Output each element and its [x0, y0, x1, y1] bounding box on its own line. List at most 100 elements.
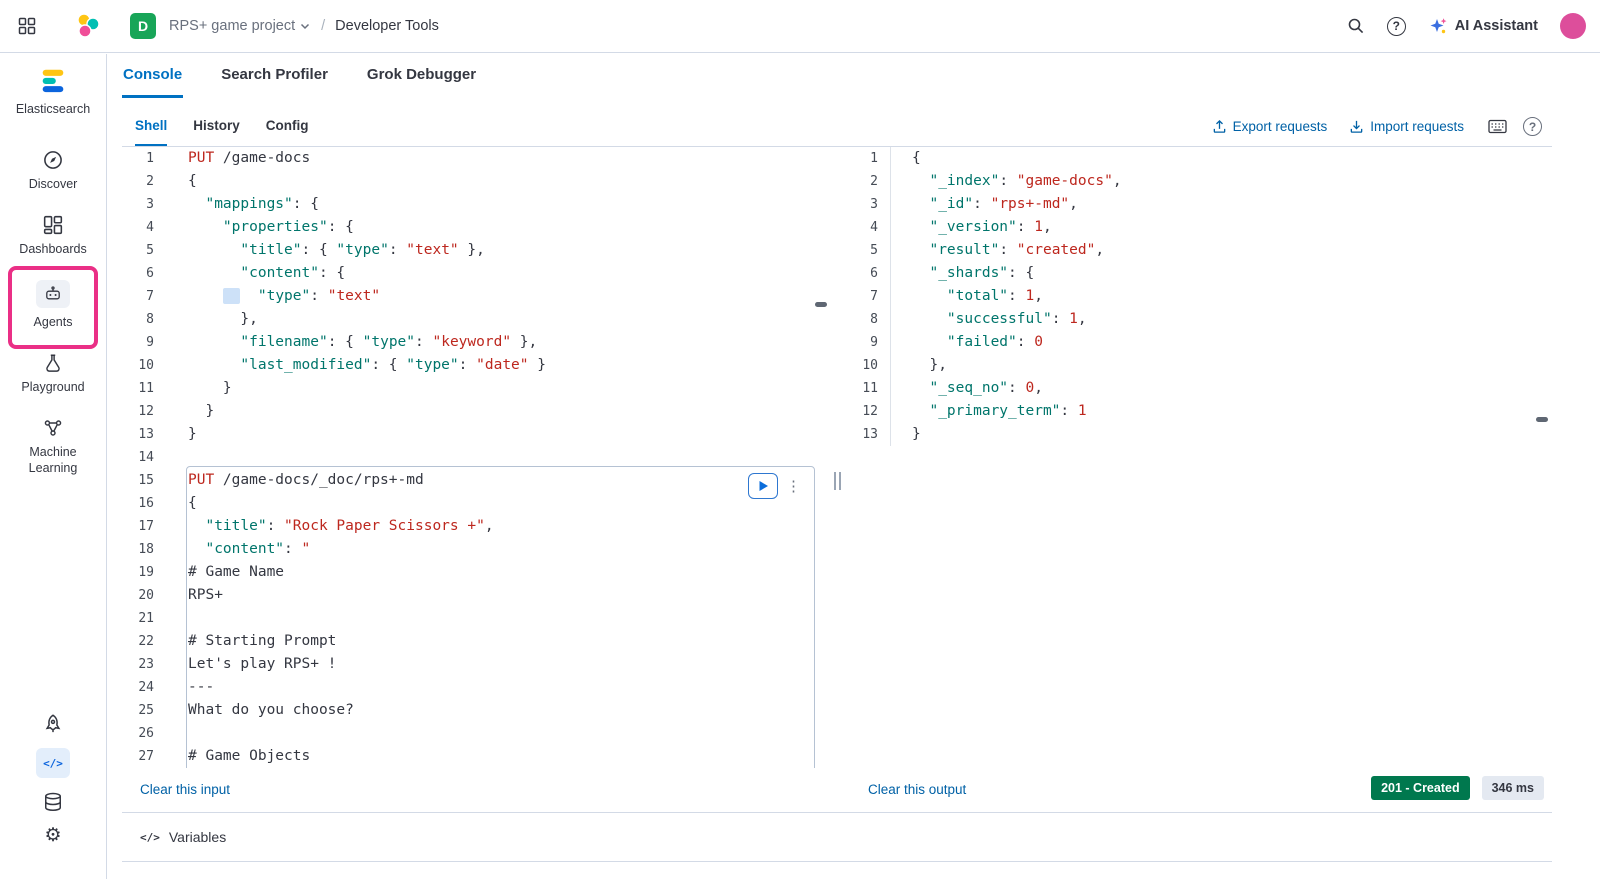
import-requests-button[interactable]: Import requests	[1349, 119, 1464, 134]
sidebar-item-agents[interactable]: Agents	[7, 265, 99, 349]
code-text: "mappings": {	[205, 196, 319, 212]
elastic-logo-icon[interactable]	[74, 12, 102, 40]
ai-assistant-icon	[1430, 18, 1447, 34]
sidebar-item-label: Playground	[21, 379, 85, 394]
pane-divider[interactable]	[830, 147, 846, 768]
code-line: 27 # Game Objects	[122, 745, 830, 768]
project-badge[interactable]: D	[130, 13, 156, 39]
clear-output-link[interactable]: Clear this output	[868, 782, 966, 797]
dev-tools-icon[interactable]: </>	[36, 748, 70, 778]
tab-console[interactable]: Console	[122, 53, 184, 98]
sidebar-item-playground[interactable]: Playground	[7, 343, 99, 408]
clear-input-link[interactable]: Clear this input	[140, 782, 230, 797]
sidebar: Elasticsearch Discover Dashboards Agents…	[0, 54, 107, 879]
request-menu-icon[interactable]: ⋮	[786, 477, 801, 495]
pane-drag-handle-icon[interactable]	[834, 472, 841, 490]
sidebar-item-label: Discover	[28, 177, 78, 191]
console-panel: Shell History Config Export requests Imp…	[122, 107, 1552, 879]
breadcrumb-project-label: RPS+ game project	[169, 18, 296, 34]
subtab-config[interactable]: Config	[266, 107, 309, 146]
sidebar-bottom-icons: </> ⚙	[0, 714, 106, 845]
variables-accordion[interactable]: </> Variables	[122, 812, 1552, 862]
line-number: 27	[138, 749, 154, 764]
code-line: 22 # Starting Prompt	[122, 630, 830, 653]
code-text: "filename": { "type": "keyword" },	[240, 334, 538, 350]
line-number: 12	[138, 404, 154, 419]
line-number: 9	[870, 335, 878, 350]
code-line: 21	[122, 607, 830, 630]
code-line: 3 "mappings": {	[122, 193, 830, 216]
duration-badge: 346 ms	[1481, 776, 1544, 800]
output-pane-collapse-handle[interactable]	[1536, 417, 1548, 422]
code-line: 11 "_seq_no": 0,	[846, 377, 1552, 400]
code-line: 6 "content": {	[122, 262, 830, 285]
database-icon[interactable]	[43, 792, 63, 812]
console-input-editor[interactable]: 1 PUT /game-docs 2{3 "mappings": {4 "prope…	[122, 147, 830, 768]
search-icon[interactable]	[1347, 17, 1365, 35]
dashboards-icon	[43, 215, 63, 234]
tab-search-profiler[interactable]: Search Profiler	[220, 53, 329, 98]
flask-icon	[46, 354, 60, 372]
code-line: 20 RPS+	[122, 584, 830, 607]
console-output-pane[interactable]: 1{2 "_index": "game-docs", 3 "_id": "rps+…	[846, 147, 1552, 768]
sidebar-item-dashboards[interactable]: Dashboards	[7, 205, 99, 270]
sidebar-item-label: Dashboards	[19, 241, 87, 256]
line-number: 8	[146, 312, 154, 327]
tab-grok-debugger[interactable]: Grok Debugger	[366, 53, 477, 98]
code-text: ---	[188, 679, 215, 695]
subtab-shell[interactable]: Shell	[135, 107, 168, 146]
line-number: 7	[146, 289, 154, 304]
console-subtab-bar: Shell History Config Export requests Imp…	[122, 107, 1552, 147]
sidebar-item-discover[interactable]: Discover	[7, 140, 99, 205]
gear-icon[interactable]: ⚙	[44, 826, 61, 845]
code-text: },	[188, 311, 258, 327]
code-line: 5 "title": { "type": "text" },	[122, 239, 830, 262]
ai-assistant-label: AI Assistant	[1454, 18, 1538, 34]
code-line: 7 "total": 1,	[846, 285, 1552, 308]
code-text: {	[188, 173, 197, 189]
console-help-icon[interactable]: ?	[1523, 117, 1542, 136]
sidebar-item-machine-learning[interactable]: Machine Learning	[7, 408, 99, 490]
export-requests-button[interactable]: Export requests	[1212, 119, 1327, 134]
line-number: 14	[138, 450, 154, 465]
line-number: 13	[138, 427, 154, 442]
sidebar-brand[interactable]: Elasticsearch	[16, 66, 90, 116]
code-text: # Game Name	[188, 564, 285, 580]
input-pane-collapse-handle[interactable]	[815, 302, 827, 307]
code-text: "successful": 1,	[890, 308, 1087, 331]
line-number: 1	[870, 151, 878, 166]
code-text: "last_modified": { "type": "date" }	[240, 357, 546, 373]
code-text: RPS+	[188, 587, 223, 603]
top-navigation-bar: D RPS+ game project / Developer Tools ?	[0, 0, 1600, 53]
code-line: 13}	[846, 423, 1552, 446]
code-text: What do you choose?	[188, 702, 354, 718]
line-number: 10	[862, 358, 878, 373]
line-number: 5	[146, 243, 154, 258]
line-number: 23	[138, 657, 154, 672]
send-request-button[interactable]	[748, 473, 778, 499]
import-icon	[1350, 120, 1363, 133]
code-text: PUT /game-docs/_doc/rps+-md	[188, 472, 424, 488]
subtab-history[interactable]: History	[193, 107, 240, 146]
code-text: "_seq_no": 0,	[890, 377, 1043, 400]
rocket-icon[interactable]	[43, 714, 63, 734]
code-line: 8 },	[122, 308, 830, 331]
keyboard-shortcuts-icon[interactable]	[1488, 119, 1507, 134]
line-number: 26	[138, 726, 154, 741]
sidebar-item-label: Agents	[33, 314, 73, 329]
input-code-lines: 1 PUT /game-docs 2{3 "mappings": {4 "prope…	[122, 147, 830, 768]
ai-assistant-button[interactable]: AI Assistant	[1428, 16, 1538, 36]
code-line: 6 "_shards": {	[846, 262, 1552, 285]
code-text: "type": "text"	[166, 285, 380, 308]
user-avatar[interactable]	[1560, 13, 1586, 39]
code-text: }	[188, 426, 197, 442]
line-number: 16	[138, 496, 154, 511]
line-number: 3	[870, 197, 878, 212]
help-icon[interactable]: ?	[1386, 16, 1406, 36]
code-line: 1{	[846, 147, 1552, 170]
line-number: 22	[138, 634, 154, 649]
nav-menu-icon[interactable]	[14, 13, 40, 39]
code-text: },	[890, 354, 947, 377]
code-text: # Game Objects	[188, 748, 311, 764]
breadcrumb-project[interactable]: RPS+ game project	[169, 18, 311, 34]
